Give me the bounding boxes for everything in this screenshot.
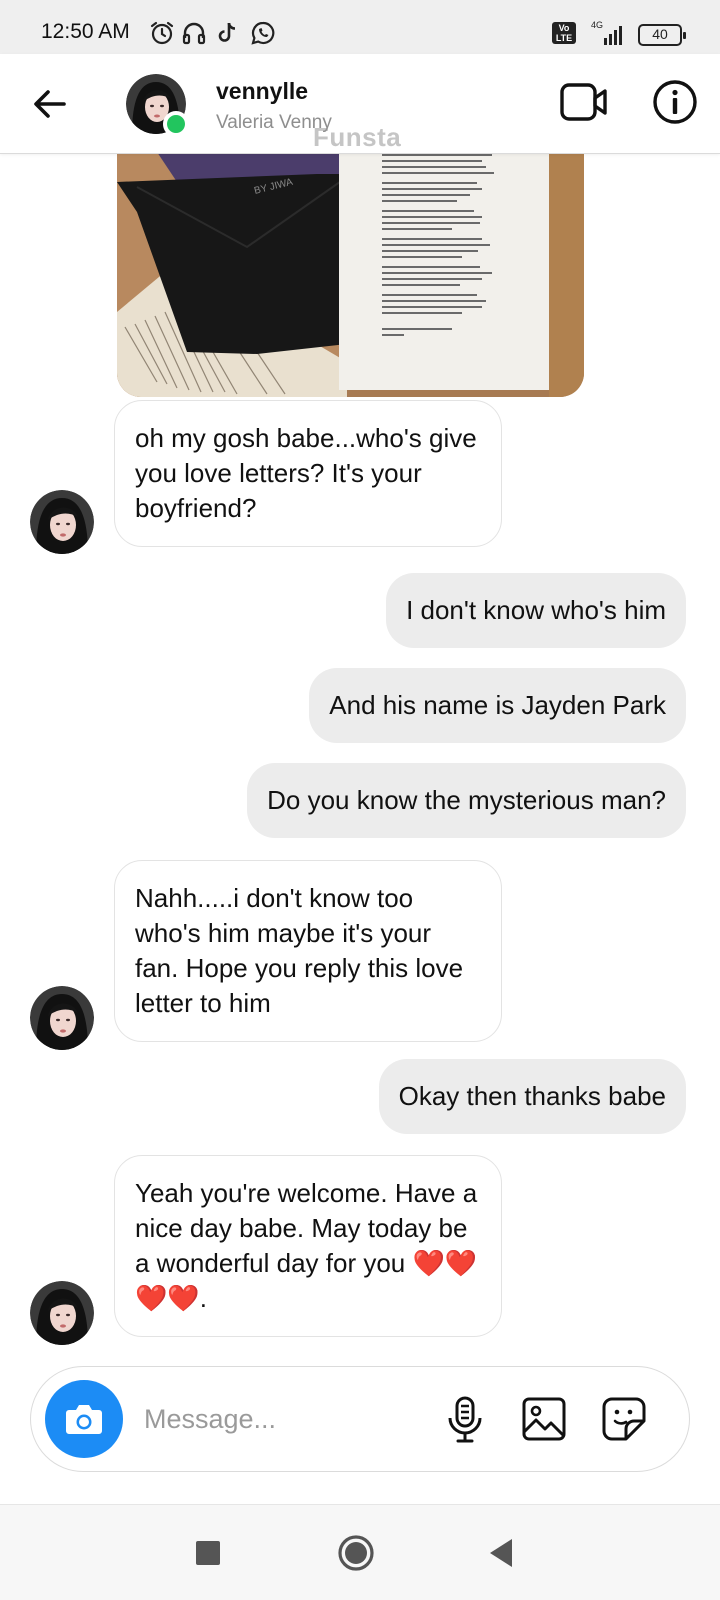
- status-bar: 12:50 AM Vo LTE 4G 40: [0, 0, 720, 54]
- sender-avatar[interactable]: [30, 1281, 94, 1345]
- signal-icon: [604, 26, 622, 45]
- volte-badge: Vo LTE: [552, 22, 576, 44]
- status-time: 12:50 AM: [41, 20, 130, 43]
- info-icon[interactable]: [652, 79, 698, 125]
- tiktok-icon: [218, 22, 236, 42]
- love-letter-image: BY JIWA: [117, 152, 584, 397]
- recent-apps-button[interactable]: [186, 1531, 230, 1575]
- chat-header: vennylle Valeria Venny Funsta: [0, 54, 720, 154]
- back-button[interactable]: [480, 1531, 524, 1575]
- alarm-icon: [150, 21, 174, 45]
- headphones-icon: [182, 22, 206, 45]
- microphone-icon[interactable]: [440, 1394, 490, 1444]
- back-arrow-icon[interactable]: [30, 84, 70, 124]
- video-call-icon[interactable]: [559, 79, 609, 125]
- message-bubble-received[interactable]: oh my gosh babe...who's give you love le…: [114, 400, 502, 547]
- system-nav-bar: [0, 1504, 720, 1600]
- camera-icon: [66, 1405, 102, 1434]
- sender-avatar[interactable]: [30, 490, 94, 554]
- message-bubble-received[interactable]: Yeah you're welcome. Have a nice day bab…: [114, 1155, 502, 1337]
- home-button[interactable]: [334, 1531, 378, 1575]
- message-bubble-received[interactable]: Nahh.....i don't know too who's him mayb…: [114, 860, 502, 1042]
- message-bubble-sent[interactable]: Okay then thanks babe: [378, 1059, 686, 1134]
- online-status-dot: [163, 111, 189, 137]
- sender-avatar[interactable]: [30, 986, 94, 1050]
- message-bubble-sent[interactable]: And his name is Jayden Park: [309, 668, 686, 743]
- chat-username[interactable]: vennylle: [216, 78, 308, 105]
- message-bubble-sent[interactable]: Do you know the mysterious man?: [247, 763, 686, 838]
- gallery-icon[interactable]: [519, 1394, 569, 1444]
- whatsapp-icon: [251, 21, 275, 45]
- message-bubble-sent[interactable]: I don't know who's him: [386, 573, 686, 648]
- sticker-icon[interactable]: [599, 1394, 649, 1444]
- message-composer: [30, 1366, 690, 1472]
- watermark: Funsta: [313, 122, 402, 152]
- shared-photo[interactable]: BY JIWA: [117, 152, 584, 397]
- camera-button[interactable]: [45, 1380, 123, 1458]
- message-input[interactable]: [144, 1397, 424, 1441]
- battery-indicator: 40: [638, 24, 686, 46]
